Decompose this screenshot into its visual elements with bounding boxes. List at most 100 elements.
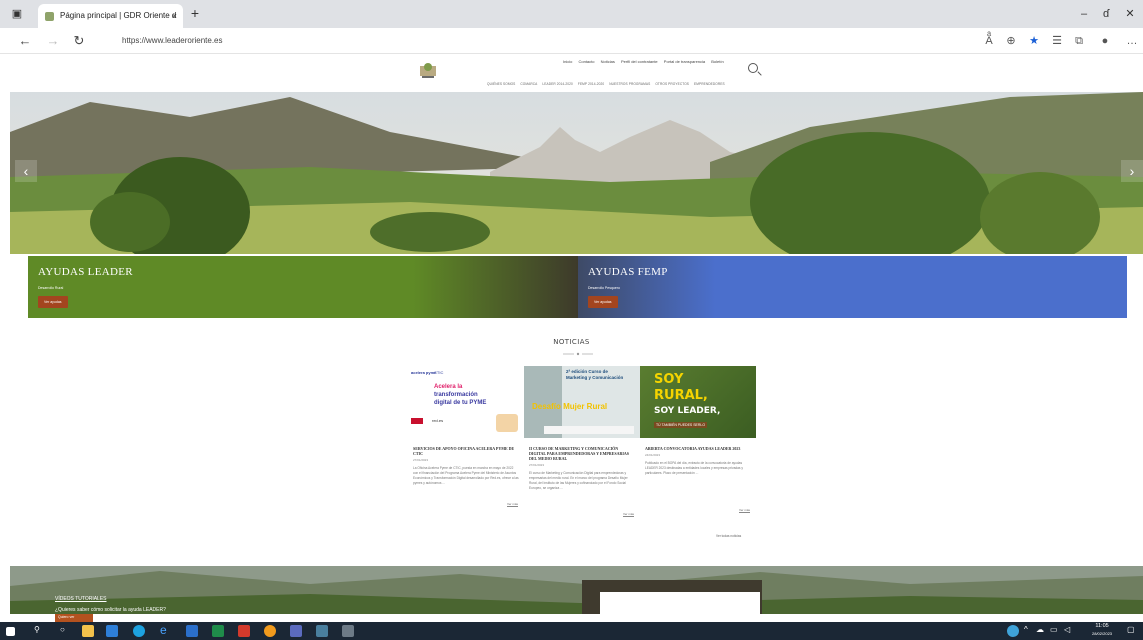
primary-nav: Inicio Contacto Noticias Perfil del cont… <box>563 59 729 64</box>
illustration-icon <box>496 414 518 432</box>
app-icon[interactable] <box>316 625 328 637</box>
secondary-nav: QUIÉNES SOMOS COMARCA LEADER 2014-2020 F… <box>487 82 729 86</box>
nav-item-boletin[interactable]: Boletín <box>711 59 723 64</box>
news-card-title[interactable]: SERVICIOS DE APOYO OFICINA ACELERA PYME … <box>408 438 524 456</box>
image-text: 2ª edición Curso de <box>566 369 608 374</box>
all-news-link[interactable]: Ver todas noticias <box>716 534 741 538</box>
nav-item-inicio[interactable]: Inicio <box>563 59 572 64</box>
aid-box-femp[interactable]: AYUDAS FEMP Desarrollo Pesquero Ver ayud… <box>578 256 1127 318</box>
favorites-icon[interactable]: ☰ <box>1050 34 1064 48</box>
see-aid-button[interactable]: Ver ayudas <box>38 296 68 308</box>
network-icon[interactable]: ▭ <box>1050 625 1058 634</box>
read-more-link[interactable]: Ver más <box>738 508 750 513</box>
logos-strip <box>544 426 634 434</box>
image-text: Marketing y Comunicación <box>566 375 624 380</box>
zoom-icon[interactable]: ⊕ <box>1004 34 1018 48</box>
watch-videos-button[interactable]: Quiero ver <box>55 614 93 622</box>
videos-banner-image <box>10 566 1143 614</box>
image-text: acelera pyme <box>411 370 437 375</box>
news-card-image[interactable]: 2ª edición Curso de Marketing y Comunica… <box>524 366 640 438</box>
tray-chevron-icon[interactable]: ^ <box>1024 625 1028 634</box>
minimize-button[interactable]: – <box>1075 6 1093 22</box>
nav-item-comarca[interactable]: COMARCA <box>520 82 537 86</box>
videos-title[interactable]: VÍDEOS TUTORIALES <box>55 596 107 602</box>
aid-subtitle: Desarrollo Pesquero <box>588 286 620 290</box>
news-card[interactable]: acelera pyme CTIC Acelera la transformac… <box>408 366 524 544</box>
news-card-title[interactable]: ABIERTA CONVOCATORIA AYUDAS LEADER 2023 <box>640 438 756 451</box>
teams-icon[interactable] <box>290 625 302 637</box>
forward-icon[interactable]: → <box>44 32 62 50</box>
site-logo[interactable] <box>416 58 440 82</box>
nav-item-transparencia[interactable]: Portal de transparencia <box>664 59 705 64</box>
nav-item-noticias[interactable]: Noticias <box>601 59 615 64</box>
profile-icon[interactable]: ● <box>1098 34 1112 48</box>
ie-icon[interactable]: e <box>160 623 167 637</box>
news-card-excerpt: El curso de Marketing y Comunicación Dig… <box>529 471 628 490</box>
news-card-title[interactable]: II CURSO DE MARKETING Y COMUNICACIÓN DIG… <box>524 438 640 461</box>
restore-button[interactable]: ɗ <box>1097 6 1115 22</box>
news-card[interactable]: 2ª edición Curso de Marketing y Comunica… <box>524 366 640 544</box>
favorite-star-icon[interactable]: ★ <box>1027 34 1041 48</box>
spain-flag-icon <box>411 418 423 424</box>
read-more-link[interactable]: Ver más <box>506 502 518 507</box>
excel-icon[interactable] <box>212 625 224 637</box>
tab-title: Página principal | GDR Oriente d <box>60 11 177 20</box>
clock-time: 11:05 <box>1095 623 1109 629</box>
browser-tab-bar: ▣ Página principal | GDR Oriente d × + –… <box>0 0 1143 28</box>
aid-box-leader[interactable]: AYUDAS LEADER Desarrollo Rural Ver ayuda… <box>28 256 578 318</box>
edge-icon[interactable] <box>133 625 145 637</box>
tab-actions-icon[interactable]: ▣ <box>8 6 26 22</box>
news-card-date: 27/01/2023 <box>413 458 429 462</box>
more-icon[interactable]: … <box>1125 34 1139 48</box>
nav-item-quienes-somos[interactable]: QUIÉNES SOMOS <box>487 82 515 86</box>
word-icon[interactable] <box>186 625 198 637</box>
mountain-landscape-image <box>10 92 1143 254</box>
news-card[interactable]: SOY RURAL, SOY LEADER, TÚ TAMBIÉN PUEDES… <box>640 366 756 544</box>
news-card-image[interactable]: SOY RURAL, SOY LEADER, TÚ TAMBIÉN PUEDES… <box>640 366 756 438</box>
read-aloud-icon[interactable]: Aͣ <box>982 34 996 48</box>
pdf-icon[interactable] <box>238 625 250 637</box>
nav-item-programas[interactable]: NUESTROS PROGRAMAS <box>609 82 650 86</box>
search-icon[interactable] <box>748 63 758 73</box>
weather-icon[interactable] <box>1007 625 1019 637</box>
nav-item-perfil-contratante[interactable]: Perfil del contratante <box>621 59 658 64</box>
volume-icon[interactable]: ◁ <box>1064 625 1070 634</box>
mail-icon[interactable] <box>106 625 118 637</box>
address-bar[interactable]: https://www.leaderoriente.es <box>100 31 970 51</box>
image-text: SOY <box>654 372 684 387</box>
image-text: TÚ TAMBIÉN PUEDES SERLO <box>654 422 708 428</box>
tab-close-icon[interactable]: × <box>172 4 177 28</box>
favicon-icon <box>45 12 54 21</box>
news-heading: NOTICIAS <box>553 338 590 346</box>
onedrive-icon[interactable]: ☁ <box>1036 625 1044 634</box>
slider-next-icon[interactable]: › <box>1121 160 1143 182</box>
refresh-icon[interactable]: ↻ <box>70 32 88 50</box>
browser-tab[interactable]: Página principal | GDR Oriente d × <box>38 4 183 28</box>
new-tab-button[interactable]: + <box>186 5 204 21</box>
nav-item-contacto[interactable]: Contacto <box>578 59 594 64</box>
news-card-image[interactable]: acelera pyme CTIC Acelera la transformac… <box>408 366 524 438</box>
collections-icon[interactable]: ⧉ <box>1072 34 1086 48</box>
notifications-icon[interactable]: ▢ <box>1127 625 1135 634</box>
slider-prev-icon[interactable]: ‹ <box>15 160 37 182</box>
nav-item-leader[interactable]: LEADER 2014-2020 <box>542 82 572 86</box>
news-card-date: 27/01/2023 <box>529 463 545 467</box>
nav-item-femp[interactable]: FEMP 2014-2020 <box>578 82 604 86</box>
videos-subtitle: ¿Quieres saber cómo solicitar la ayuda L… <box>55 607 166 613</box>
file-explorer-icon[interactable] <box>82 625 94 637</box>
chrome-icon[interactable] <box>264 625 276 637</box>
search-taskbar-icon[interactable]: ⚲ <box>34 625 40 634</box>
see-aid-button[interactable]: Ver ayudas <box>588 296 618 308</box>
close-window-button[interactable]: ✕ <box>1121 6 1139 22</box>
nav-item-otros-proyectos[interactable]: OTROS PROYECTOS <box>655 82 689 86</box>
nav-item-emprendedores[interactable]: EMPRENDEDORES <box>694 82 725 86</box>
windows-taskbar: ⚲ ○ e ^ ☁ ▭ ◁ 11:05 28/02/2023 ▢ <box>0 622 1143 640</box>
read-more-link[interactable]: Ver más <box>622 512 634 517</box>
windows-start-icon[interactable] <box>6 627 15 636</box>
snip-icon[interactable] <box>342 625 354 637</box>
back-icon[interactable]: ← <box>16 32 34 50</box>
cortana-icon[interactable]: ○ <box>60 625 65 634</box>
image-text: Acelera la <box>434 384 463 390</box>
system-clock[interactable]: 11:05 28/02/2023 <box>1092 623 1112 637</box>
image-text: SOY LEADER, <box>654 406 721 416</box>
